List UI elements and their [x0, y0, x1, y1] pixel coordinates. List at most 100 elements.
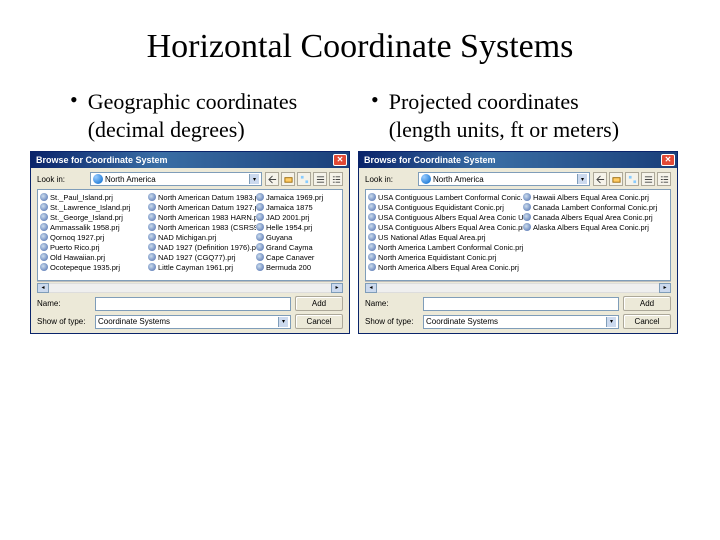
globe-icon [256, 223, 264, 231]
bullet-dot: • [371, 88, 379, 112]
list-item[interactable]: Helle 1954.prj [256, 222, 343, 232]
list-item[interactable]: St._Paul_Island.prj [40, 192, 148, 202]
list-view-button[interactable] [313, 172, 327, 186]
lookin-dropdown[interactable]: North America ▾ [418, 172, 590, 186]
list-item[interactable]: Jamaica 1875 [256, 202, 343, 212]
scroll-right-arrow[interactable]: ▸ [331, 283, 343, 293]
list-item[interactable]: North America Lambert Conformal Conic.pr… [368, 242, 523, 252]
globe-icon [368, 243, 376, 251]
list-item[interactable]: USA Contiguous Lambert Conformal Conic.p… [368, 192, 523, 202]
list-item[interactable]: NAD 1927 (Definition 1976).prj [148, 242, 256, 252]
list-item[interactable]: Canada Albers Equal Area Conic.prj [523, 212, 671, 222]
up-one-level-button[interactable] [265, 172, 279, 186]
details-view-button[interactable] [329, 172, 343, 186]
list-item[interactable]: Puerto Rico.prj [40, 242, 148, 252]
close-icon[interactable]: ✕ [661, 154, 675, 166]
new-group-button[interactable] [297, 172, 311, 186]
list-item-label: Little Cayman 1961.prj [158, 263, 233, 272]
type-dropdown[interactable]: Coordinate Systems ▾ [95, 315, 291, 329]
new-group-button[interactable] [625, 172, 639, 186]
list-item-label: US National Atlas Equal Area.prj [378, 233, 486, 242]
globe-icon [368, 193, 376, 201]
scroll-left-arrow[interactable]: ◂ [37, 283, 49, 293]
list-item[interactable]: Ocotepeque 1935.prj [40, 262, 148, 272]
list-item[interactable]: NAD Michigan.prj [148, 232, 256, 242]
list-item[interactable]: JAD 2001.prj [256, 212, 343, 222]
lookin-dropdown[interactable]: North America ▾ [90, 172, 262, 186]
list-item[interactable]: USA Contiguous Equidistant Conic.prj [368, 202, 523, 212]
list-item[interactable]: North American 1983 (CSRS98).prj [148, 222, 256, 232]
list-item-label: NAD 1927 (Definition 1976).prj [158, 243, 256, 252]
list-item[interactable]: Ammassalik 1958.prj [40, 222, 148, 232]
list-item-label: North America Albers Equal Area Conic.pr… [378, 263, 519, 272]
file-list[interactable]: USA Contiguous Lambert Conformal Conic.p… [365, 189, 671, 281]
list-item[interactable]: St._George_Island.prj [40, 212, 148, 222]
cancel-button[interactable]: Cancel [295, 314, 343, 329]
list-item[interactable]: USA Contiguous Albers Equal Area Conic U… [368, 212, 523, 222]
list-item[interactable]: Canada Lambert Conformal Conic.prj [523, 202, 671, 212]
dialog-title-bar[interactable]: Browse for Coordinate System ✕ [359, 152, 677, 168]
list-item-label: North American Datum 1983.prj [158, 193, 256, 202]
list-item[interactable]: Guyana [256, 232, 343, 242]
list-item-label: Guyana [266, 233, 292, 242]
lookin-label: Look in: [365, 175, 415, 184]
name-field[interactable] [95, 297, 291, 311]
horizontal-scrollbar[interactable]: ◂ ▸ [37, 281, 343, 293]
list-item[interactable]: North America Albers Equal Area Conic.pr… [368, 262, 523, 272]
globe-icon [256, 263, 264, 271]
list-item-label: USA Contiguous Lambert Conformal Conic.p… [378, 193, 523, 202]
list-item[interactable]: Old Hawaiian.prj [40, 252, 148, 262]
list-item[interactable]: Hawaii Albers Equal Area Conic.prj [523, 192, 671, 202]
list-item[interactable]: Alaska Albers Equal Area Conic.prj [523, 222, 671, 232]
dialog-title-bar[interactable]: Browse for Coordinate System ✕ [31, 152, 349, 168]
details-view-button[interactable] [657, 172, 671, 186]
list-item[interactable]: North American Datum 1927.prj [148, 202, 256, 212]
bullet-columns: • Geographic coordinates (decimal degree… [0, 78, 720, 151]
globe-icon [40, 233, 48, 241]
list-item-label: Qornoq 1927.prj [50, 233, 104, 242]
list-item[interactable]: Qornoq 1927.prj [40, 232, 148, 242]
chevron-down-icon[interactable]: ▾ [249, 174, 259, 184]
name-label: Name: [37, 299, 91, 308]
list-item[interactable]: US National Atlas Equal Area.prj [368, 232, 523, 242]
type-value: Coordinate Systems [426, 317, 498, 326]
globe-icon [256, 243, 264, 251]
cancel-button[interactable]: Cancel [623, 314, 671, 329]
list-item[interactable]: Jamaica 1969.prj [256, 192, 343, 202]
list-item[interactable]: NAD 1927 (CGQ77).prj [148, 252, 256, 262]
name-field[interactable] [423, 297, 619, 311]
list-item[interactable]: Cape Canaver [256, 252, 343, 262]
list-item[interactable]: Grand Cayma [256, 242, 343, 252]
connect-folder-button[interactable] [609, 172, 623, 186]
list-item[interactable]: North America Equidistant Conic.prj [368, 252, 523, 262]
chevron-down-icon[interactable]: ▾ [278, 317, 288, 327]
globe-icon [40, 263, 48, 271]
horizontal-scrollbar[interactable]: ◂ ▸ [365, 281, 671, 293]
list-item[interactable]: USA Contiguous Albers Equal Area Conic.p… [368, 222, 523, 232]
list-item[interactable]: North American Datum 1983.prj [148, 192, 256, 202]
globe-icon [148, 243, 156, 251]
name-label: Name: [365, 299, 419, 308]
scroll-left-arrow[interactable]: ◂ [365, 283, 377, 293]
chevron-down-icon[interactable]: ▾ [577, 174, 587, 184]
list-item[interactable]: Little Cayman 1961.prj [148, 262, 256, 272]
list-item[interactable]: St._Lawrence_Island.prj [40, 202, 148, 212]
connect-folder-button[interactable] [281, 172, 295, 186]
scroll-right-arrow[interactable]: ▸ [659, 283, 671, 293]
up-one-level-button[interactable] [593, 172, 607, 186]
list-item-label: Canada Albers Equal Area Conic.prj [533, 213, 653, 222]
list-item-label: St._George_Island.prj [50, 213, 123, 222]
type-label: Show of type: [365, 317, 419, 326]
list-item[interactable]: Bermuda 200 [256, 262, 343, 272]
chevron-down-icon[interactable]: ▾ [606, 317, 616, 327]
close-icon[interactable]: ✕ [333, 154, 347, 166]
list-item[interactable]: North American 1983 HARN.prj [148, 212, 256, 222]
globe-icon [40, 243, 48, 251]
add-button[interactable]: Add [623, 296, 671, 311]
list-view-button[interactable] [641, 172, 655, 186]
add-button[interactable]: Add [295, 296, 343, 311]
type-dropdown[interactable]: Coordinate Systems ▾ [423, 315, 619, 329]
file-list[interactable]: St._Paul_Island.prjSt._Lawrence_Island.p… [37, 189, 343, 281]
list-item-label: Grand Cayma [266, 243, 313, 252]
globe-icon [368, 223, 376, 231]
